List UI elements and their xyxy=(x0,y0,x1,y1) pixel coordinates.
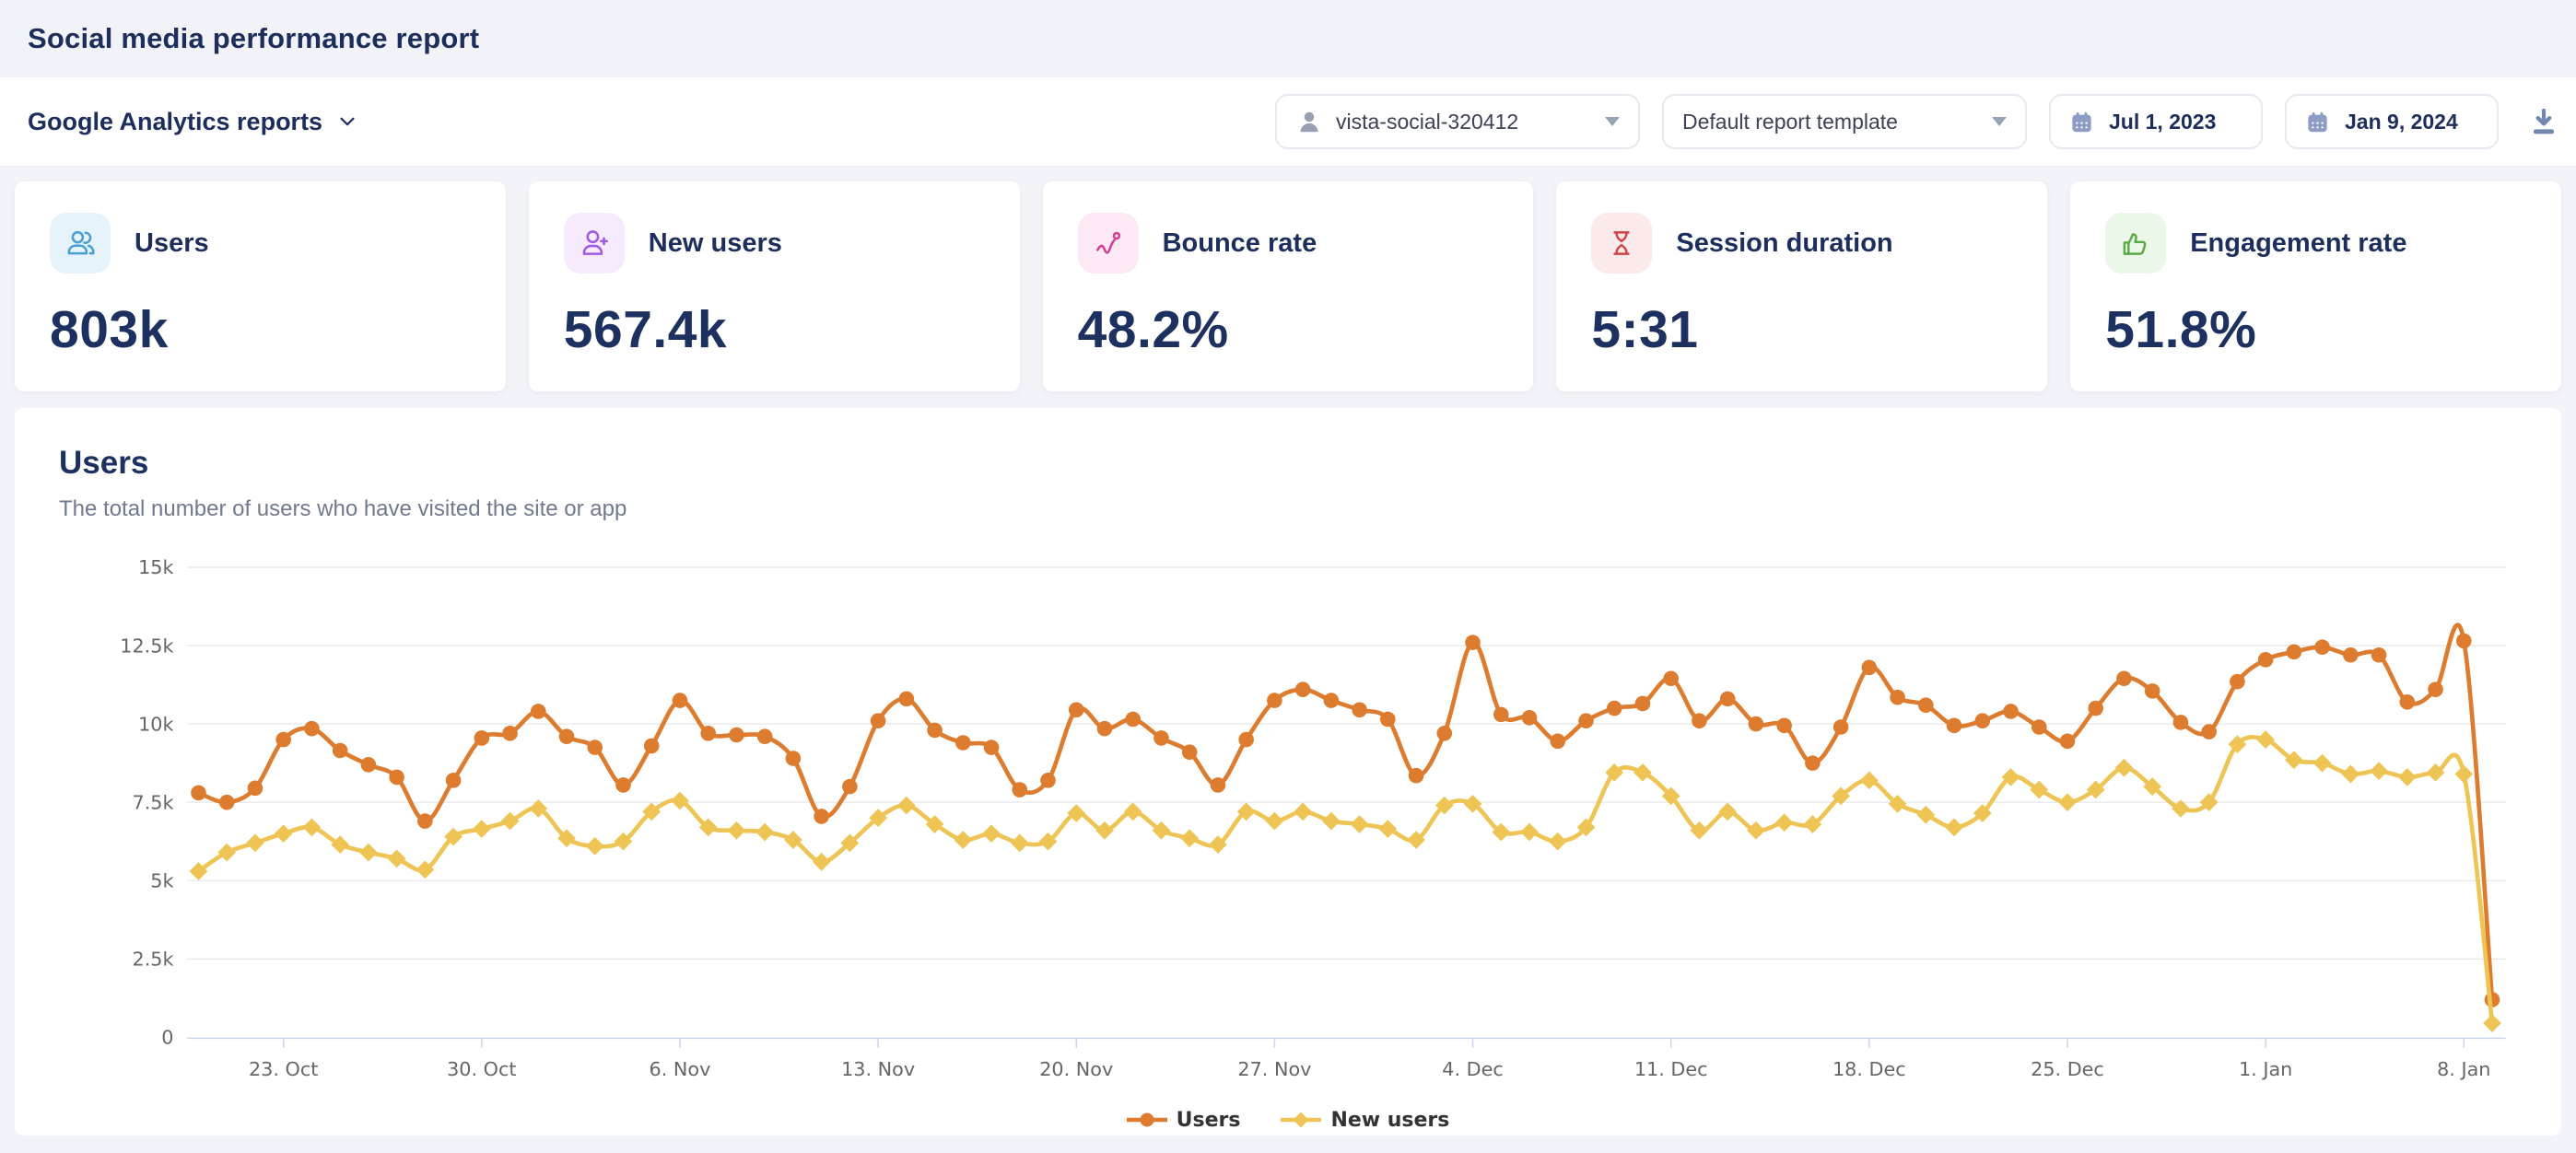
date-from-picker[interactable]: Jul 1, 2023 xyxy=(2049,94,2263,149)
stat-card-bounce-rate: Bounce rate 48.2% xyxy=(1043,181,1534,391)
date-from-value: Jul 1, 2023 xyxy=(2109,110,2216,134)
chevron-down-icon xyxy=(337,111,357,132)
svg-text:25. Dec: 25. Dec xyxy=(2031,1058,2104,1080)
hourglass-icon xyxy=(1591,213,1652,274)
stat-value: 567.4k xyxy=(564,299,985,360)
stat-value: 51.8% xyxy=(2105,299,2526,360)
chart-legend: Users New users xyxy=(59,1109,2517,1132)
stat-card-engagement-rate: Engagement rate 51.8% xyxy=(2070,181,2561,391)
chart-subtitle: The total number of users who have visit… xyxy=(59,496,2517,522)
report-type-label: Google Analytics reports xyxy=(28,108,322,136)
date-to-picker[interactable]: Jan 9, 2024 xyxy=(2285,94,2499,149)
toolbar: Google Analytics reports vista-social-32… xyxy=(0,77,2576,167)
stat-label: Engagement rate xyxy=(2190,228,2406,259)
stat-card-users: Users 803k xyxy=(15,181,506,391)
svg-text:1. Jan: 1. Jan xyxy=(2239,1058,2292,1080)
stat-label: Bounce rate xyxy=(1163,228,1317,259)
person-icon xyxy=(1295,108,1323,135)
profile-select[interactable]: vista-social-320412 xyxy=(1275,94,1640,149)
template-select[interactable]: Default report template xyxy=(1662,94,2027,149)
svg-text:8. Jan: 8. Jan xyxy=(2437,1058,2490,1080)
stat-card-session-duration: Session duration 5:31 xyxy=(1556,181,2047,391)
svg-text:13. Nov: 13. Nov xyxy=(841,1058,915,1080)
legend-marker-new-users-icon xyxy=(1281,1111,1321,1129)
download-button[interactable] xyxy=(2521,94,2567,149)
legend-marker-users-icon xyxy=(1127,1111,1167,1129)
date-to-value: Jan 9, 2024 xyxy=(2345,110,2458,134)
download-icon xyxy=(2527,105,2560,138)
svg-text:30. Oct: 30. Oct xyxy=(447,1058,516,1080)
report-type-dropdown[interactable]: Google Analytics reports xyxy=(28,108,357,136)
stat-value: 5:31 xyxy=(1591,299,2012,360)
svg-text:7.5k: 7.5k xyxy=(133,791,174,813)
thumbs-up-icon xyxy=(2105,213,2166,274)
chart-card: Users The total number of users who have… xyxy=(15,408,2561,1136)
calendar-icon xyxy=(2305,110,2330,134)
stat-label: New users xyxy=(649,228,782,259)
stat-cards-row: Users 803k New users 567.4k xyxy=(15,181,2561,391)
user-plus-icon xyxy=(564,213,625,274)
bounce-trend-icon xyxy=(1078,213,1139,274)
toolbar-controls: vista-social-320412 Default report templ… xyxy=(1275,94,2567,149)
legend-label: New users xyxy=(1330,1109,1449,1132)
svg-text:20. Nov: 20. Nov xyxy=(1039,1058,1113,1080)
page-title: Social media performance report xyxy=(28,22,479,55)
select-caret-icon xyxy=(1992,117,2007,126)
svg-text:18. Dec: 18. Dec xyxy=(1832,1058,1906,1080)
legend-item-users[interactable]: Users xyxy=(1127,1109,1241,1132)
stat-value: 48.2% xyxy=(1078,299,1499,360)
svg-text:5k: 5k xyxy=(150,869,173,891)
stat-card-new-users: New users 567.4k xyxy=(529,181,1020,391)
stat-label: Users xyxy=(135,228,209,259)
svg-text:15k: 15k xyxy=(138,556,173,578)
calendar-icon xyxy=(2069,110,2094,134)
svg-text:10k: 10k xyxy=(138,713,173,735)
svg-text:27. Nov: 27. Nov xyxy=(1237,1058,1311,1080)
svg-text:6. Nov: 6. Nov xyxy=(650,1058,711,1080)
stat-value: 803k xyxy=(50,299,471,360)
svg-text:12.5k: 12.5k xyxy=(120,635,173,657)
chart-title: Users xyxy=(59,445,2517,482)
svg-text:2.5k: 2.5k xyxy=(133,949,174,971)
legend-item-new-users[interactable]: New users xyxy=(1281,1109,1449,1132)
users-icon xyxy=(50,213,111,274)
svg-text:11. Dec: 11. Dec xyxy=(1634,1058,1708,1080)
svg-text:0: 0 xyxy=(161,1027,173,1049)
profile-select-value: vista-social-320412 xyxy=(1336,110,1518,134)
select-caret-icon xyxy=(1605,117,1620,126)
users-chart: 0 2.5k 5k 7.5k 10k 12.5k 15k 23. Oct 30. Oct 6. N… xyxy=(59,542,2517,1101)
page-header: Social media performance report xyxy=(0,0,2576,77)
svg-text:4. Dec: 4. Dec xyxy=(1442,1058,1504,1080)
template-select-value: Default report template xyxy=(1682,110,1898,134)
legend-label: Users xyxy=(1177,1109,1241,1132)
stat-label: Session duration xyxy=(1676,228,1892,259)
svg-text:23. Oct: 23. Oct xyxy=(249,1058,318,1080)
